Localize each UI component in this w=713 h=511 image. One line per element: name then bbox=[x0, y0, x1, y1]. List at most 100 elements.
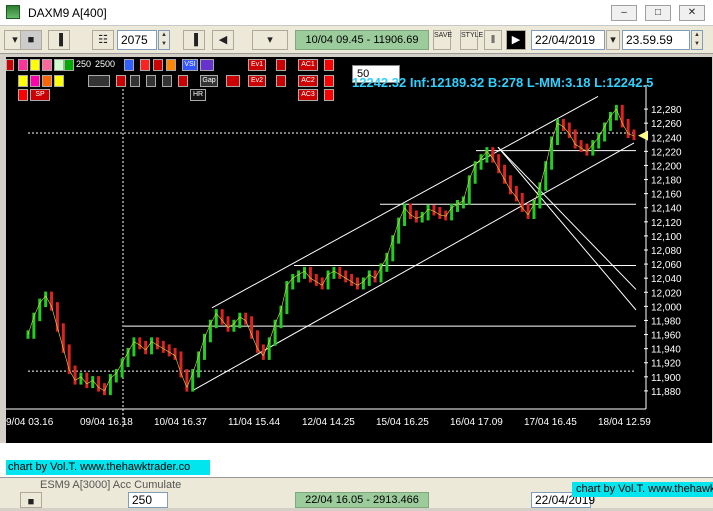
rsi-button[interactable] bbox=[166, 59, 176, 71]
close-ac1-icon[interactable] bbox=[324, 59, 334, 71]
rs-button[interactable] bbox=[153, 59, 163, 71]
y-tick-label: 12,220 bbox=[651, 147, 682, 158]
x-tick-label: 11/04 15.44 bbox=[228, 417, 281, 428]
x-tick-label: 16/04 17.09 bbox=[450, 417, 503, 428]
color-swatch-icon[interactable] bbox=[18, 59, 28, 71]
close-ac2-icon[interactable] bbox=[324, 75, 334, 87]
y-tick-label: 12,020 bbox=[651, 288, 682, 299]
dark-button[interactable] bbox=[146, 75, 156, 87]
price-info-line: 12242.32 Inf:12189.32 B:278 L-MM:3.18 L:… bbox=[352, 75, 654, 90]
y-tick-label: 12,060 bbox=[651, 260, 682, 271]
speaker-icon[interactable]: ◀ bbox=[212, 30, 234, 50]
color-swatch-icon[interactable] bbox=[54, 59, 64, 71]
red-button[interactable] bbox=[116, 75, 126, 87]
x-tick-label: 15/04 16.25 bbox=[376, 417, 429, 428]
dark-button[interactable] bbox=[130, 75, 140, 87]
y-tick-label: 12,120 bbox=[651, 218, 682, 229]
y-tick-label: 11,880 bbox=[651, 387, 681, 398]
red-button[interactable] bbox=[18, 89, 28, 101]
credit-label-secondary: chart by Vol.T. www.thehawktrader.co bbox=[572, 482, 713, 497]
time-range-display: 22/04 16.05 - 2913.466 bbox=[295, 492, 429, 508]
red-button[interactable] bbox=[276, 75, 286, 87]
save-button[interactable]: SAVE bbox=[433, 30, 452, 50]
sp-button[interactable]: SP bbox=[30, 89, 50, 101]
bars-count-spinner[interactable]: ▲ ▼ bbox=[158, 30, 170, 50]
fan-line bbox=[497, 146, 637, 290]
x-tick-label: 10/04 16.37 bbox=[154, 417, 207, 428]
chart-toolbar: ▾ ■ ▐ ☷ 2075 ▲ ▼ ▐ ◀ ▾ 10/04 09.45 - 1190… bbox=[0, 26, 713, 54]
ev2-button[interactable]: Ev2 bbox=[248, 75, 266, 87]
close-ac3-icon[interactable] bbox=[324, 89, 334, 101]
calculator-icon[interactable]: ☷ bbox=[92, 30, 114, 50]
ac2-button[interactable]: AC2 bbox=[298, 75, 318, 87]
date-dropdown-icon[interactable]: ▾ bbox=[606, 30, 620, 50]
credit-label: chart by Vol.T. www.thehawktrader.co bbox=[6, 460, 210, 475]
ruler-icon[interactable]: ‖ bbox=[484, 30, 502, 50]
x-tick-label: 17/04 16.45 bbox=[524, 417, 577, 428]
pencil-icon[interactable] bbox=[6, 59, 14, 71]
dark-button[interactable] bbox=[162, 75, 172, 87]
color-swatch-icon[interactable] bbox=[30, 75, 40, 87]
color-swatch-icon[interactable] bbox=[64, 59, 74, 71]
color-swatch-icon[interactable] bbox=[30, 59, 40, 71]
alert-button[interactable] bbox=[200, 59, 214, 71]
y-tick-label: 12,260 bbox=[651, 119, 682, 130]
save-disk-icon[interactable]: ■ bbox=[20, 30, 42, 50]
close-button[interactable]: ✕ bbox=[679, 5, 705, 21]
gap-button[interactable]: Gap bbox=[200, 75, 218, 87]
bars-count-input[interactable]: 2075 bbox=[117, 30, 157, 50]
ev1-button[interactable]: Ev1 bbox=[248, 59, 266, 71]
app-icon bbox=[6, 5, 20, 19]
color-swatch-icon[interactable] bbox=[54, 75, 64, 87]
play-icon[interactable]: ▶ bbox=[506, 30, 526, 50]
time-range-display: 10/04 09.45 - 11906.69 bbox=[295, 30, 429, 50]
window-title: DAXM9 A[400] bbox=[28, 6, 107, 20]
date-input[interactable]: 22/04/2019 bbox=[531, 30, 605, 50]
y-tick-label: 11,900 bbox=[651, 373, 681, 384]
red-button[interactable] bbox=[178, 75, 188, 87]
color-swatch-icon[interactable] bbox=[18, 75, 28, 87]
label-2500: 2500 bbox=[95, 59, 116, 69]
chart-type-icon[interactable]: ▐ bbox=[183, 30, 205, 50]
price-chart[interactable]: 12,280 12,260 12,240 12,220 12,200 12,180 12,1… bbox=[6, 57, 712, 443]
color-swatch-icon[interactable] bbox=[124, 59, 134, 71]
x-tick-label: 18/04 12.59 bbox=[598, 417, 651, 428]
save-disk-icon[interactable]: ■ bbox=[20, 492, 42, 508]
y-tick-label: 12,000 bbox=[651, 302, 682, 313]
y-tick-label: 12,200 bbox=[651, 161, 682, 172]
ac1-button[interactable]: AC1 bbox=[298, 59, 318, 71]
fan-line bbox=[497, 146, 637, 311]
dropdown-button[interactable]: ▾ bbox=[252, 30, 288, 50]
y-tick-label: 12,160 bbox=[651, 190, 682, 201]
time-spinner[interactable]: ▲ ▼ bbox=[691, 30, 703, 50]
x-tick-label: 09/04 16.18 bbox=[80, 417, 133, 428]
ac3-button[interactable]: AC3 bbox=[298, 89, 318, 101]
y-tick-label: 12,180 bbox=[651, 176, 682, 187]
y-tick-label: 12,240 bbox=[651, 133, 682, 144]
y-tick-label: 11,980 bbox=[651, 316, 681, 327]
red-button[interactable] bbox=[226, 75, 240, 87]
color-swatch-icon[interactable] bbox=[42, 75, 52, 87]
vsi-button[interactable]: VSI bbox=[182, 59, 198, 71]
background-window-title: ESM9 A[3000] Acc Cumulate bbox=[40, 479, 182, 491]
y-tick-label: 11,920 bbox=[651, 359, 681, 370]
os-button[interactable] bbox=[140, 59, 150, 71]
period-toggle[interactable] bbox=[88, 75, 110, 87]
minimize-button[interactable]: – bbox=[611, 5, 637, 21]
bars-count-input[interactable]: 250 bbox=[128, 492, 168, 508]
label-250: 250 bbox=[76, 59, 92, 69]
y-tick-label: 12,140 bbox=[651, 204, 682, 215]
bar-chart-icon[interactable]: ▐ bbox=[48, 30, 70, 50]
maximize-button[interactable]: □ bbox=[645, 5, 671, 21]
ind-button[interactable] bbox=[276, 59, 286, 71]
x-tick-label: 12/04 14.25 bbox=[302, 417, 355, 428]
time-input[interactable]: 23.59.59 bbox=[622, 30, 690, 50]
price-chart-svg[interactable]: 12,280 12,260 12,240 12,220 12,200 12,180 12,1… bbox=[6, 57, 712, 443]
hr-button[interactable]: HR bbox=[190, 89, 206, 101]
y-tick-label: 12,080 bbox=[651, 246, 682, 257]
y-tick-label: 12,100 bbox=[651, 232, 682, 243]
y-tick-label: 11,940 bbox=[651, 345, 681, 356]
color-swatch-icon[interactable] bbox=[42, 59, 52, 71]
style-button[interactable]: STYLE bbox=[460, 30, 483, 50]
x-tick-label: 9/04 03.16 bbox=[6, 417, 54, 428]
